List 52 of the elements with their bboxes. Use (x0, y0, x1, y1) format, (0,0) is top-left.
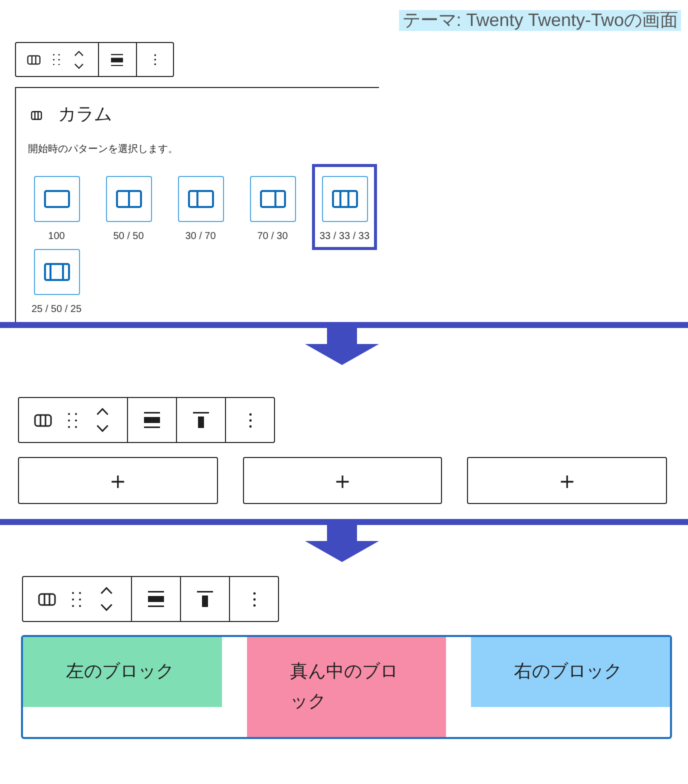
layout-button[interactable] (322, 176, 368, 222)
down-arrow-icon (305, 525, 379, 562)
variation-item[interactable]: 70 / 30 (240, 164, 305, 250)
chevron-up-down-icon (100, 586, 112, 612)
paragraph-text: 左のブロック (66, 660, 175, 684)
vertical-dots-icon (248, 412, 252, 428)
variation-label: 100 (48, 230, 65, 244)
variation-label: 70 / 30 (257, 230, 288, 244)
layout-button[interactable] (34, 249, 80, 296)
variation-item[interactable]: 33 / 33 / 33 (312, 164, 377, 250)
full-width-align-icon (144, 412, 160, 428)
paragraph-text: 右のブロック (514, 660, 623, 684)
caption-label: テーマ: Twenty Twenty-Twoの画面 (399, 10, 681, 31)
full-width-align-icon (148, 591, 164, 608)
paragraph-text: 真ん中のブロック (290, 660, 399, 714)
drag-handle-icon (52, 54, 60, 66)
full-width-align-icon (111, 54, 124, 66)
chevron-up-down-icon (74, 50, 84, 70)
placeholder-instructions: 開始時のパターンを選択します。 (28, 144, 178, 156)
variation-item[interactable]: 50 / 50 (96, 164, 161, 250)
two-columns-icon (116, 190, 142, 208)
align-top-icon (197, 591, 213, 608)
single-column-icon (44, 190, 70, 208)
two-columns-icon (188, 190, 214, 208)
variation-label: 33 / 33 / 33 (319, 230, 370, 244)
down-arrow-icon (305, 328, 379, 366)
add-block-button[interactable]: + (18, 457, 218, 504)
layout-button[interactable] (34, 176, 80, 222)
placeholder-title: カラム (58, 104, 112, 126)
add-block-button[interactable]: + (467, 457, 667, 504)
columns-icon (27, 54, 42, 65)
two-columns-icon (260, 190, 286, 208)
vertical-dots-icon (154, 54, 156, 66)
align-top-icon (193, 412, 209, 428)
layout-button[interactable] (178, 176, 224, 222)
variation-item[interactable]: 30 / 70 (168, 164, 233, 250)
three-columns-icon (332, 190, 358, 208)
variation-label: 25 / 50 / 25 (31, 303, 82, 318)
layout-button[interactable] (106, 176, 152, 222)
three-columns-icon (44, 263, 70, 282)
variation-label: 30 / 70 (185, 230, 216, 244)
columns-icon (38, 592, 56, 606)
layout-button[interactable] (250, 176, 296, 222)
columns-icon (34, 414, 52, 427)
drag-handle-icon (68, 412, 76, 428)
chevron-up-down-icon (96, 407, 108, 434)
columns-icon (31, 110, 42, 120)
variation-item[interactable]: 100 (24, 164, 89, 250)
drag-handle-icon (72, 592, 80, 607)
variation-label: 50 / 50 (113, 230, 144, 244)
add-block-button[interactable]: + (242, 457, 442, 504)
vertical-dots-icon (252, 592, 256, 607)
